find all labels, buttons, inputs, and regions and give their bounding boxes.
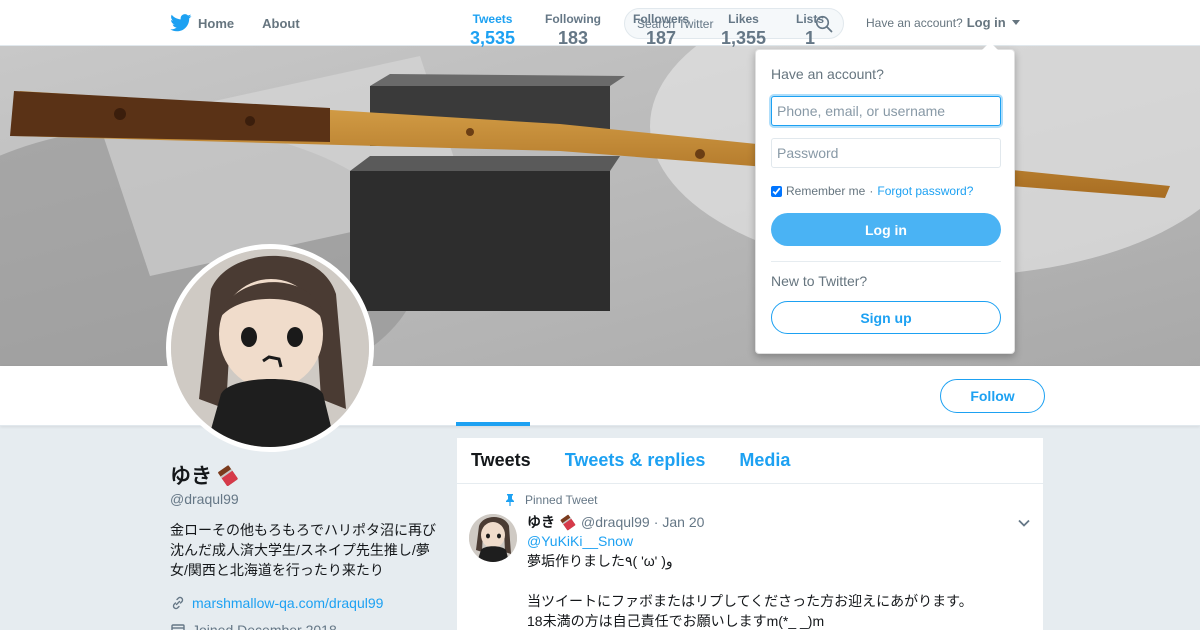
stat-value: 183: [557, 28, 589, 48]
signup-button[interactable]: Sign up: [771, 301, 1001, 334]
tweet-line: [527, 571, 1027, 591]
nav-about[interactable]: About: [262, 16, 300, 31]
stat-tweets[interactable]: Tweets 3,535: [470, 12, 515, 49]
tweet-mention[interactable]: @YuKiKi__Snow: [527, 531, 1027, 551]
remember-me-checkbox[interactable]: [771, 185, 782, 197]
login-dropdown: Have an account? Remember me · Forgot pa…: [755, 42, 1015, 354]
timeline: Tweets Tweets & replies Media Pinned Twe…: [456, 437, 1044, 630]
profile-joined-text: Joined December 2018: [192, 622, 337, 630]
stat-likes[interactable]: Likes 1,355: [721, 12, 766, 49]
profile-avatar[interactable]: [166, 244, 374, 452]
tweet-line: 18未満の方は自己責任でお願いしますm(*_ _)m: [527, 613, 825, 629]
caret-down-icon: [1011, 20, 1020, 25]
username-field[interactable]: [771, 96, 1001, 126]
pinned-tweet-context: Pinned Tweet: [505, 493, 598, 507]
login-button[interactable]: Log in: [771, 213, 1001, 246]
avatar-plush-image: [171, 249, 369, 447]
nav-left: Home About: [170, 0, 300, 46]
stat-value: 187: [645, 28, 677, 48]
stat-label: Likes: [728, 12, 759, 26]
profile-name-text: ゆき: [170, 465, 212, 488]
timeline-tabs: Tweets Tweets & replies Media: [457, 438, 1043, 484]
profile-website[interactable]: marshmallow-qa.com/draqul99: [170, 595, 383, 611]
chevron-down-icon[interactable]: [1017, 516, 1031, 530]
stat-label: Tweets: [472, 12, 513, 26]
stat-following[interactable]: Following 183: [545, 12, 601, 49]
tweet-line: 夢垢作りました٩( 'ω' )و: [527, 553, 673, 569]
tweet-avatar-image: [469, 514, 517, 562]
stat-label: Following: [545, 12, 601, 26]
stat-label: Followers: [633, 12, 690, 26]
login-dropdown-title: Have an account?: [771, 66, 884, 82]
new-to-twitter-text: New to Twitter?: [771, 273, 868, 289]
nav-home-label: Home: [198, 15, 235, 31]
link-icon: [172, 596, 184, 610]
remember-separator: ·: [869, 184, 874, 198]
password-field[interactable]: [771, 138, 1001, 168]
account-prompt: Have an account?: [866, 15, 963, 30]
tab-tweets[interactable]: Tweets: [471, 450, 531, 471]
stat-label: Lists: [796, 12, 825, 26]
stat-followers[interactable]: Followers 187: [633, 12, 689, 49]
profile-handle: @draqul99: [170, 491, 239, 507]
tweet-separator: ·: [653, 514, 659, 530]
tweet-line: 当ツイートにファボまたはリプしてくださった方お迎えにあがります。: [527, 593, 973, 609]
tweet-header: ゆき @draqul99 · Jan 20: [527, 512, 704, 532]
chocolate-emoji-icon: [560, 514, 576, 531]
remember-me-label[interactable]: Remember me: [786, 184, 865, 198]
pin-icon: [506, 494, 514, 506]
tweet-text: @YuKiKi__Snow 夢垢作りました٩( 'ω' )و 当ツイートにファボ…: [527, 531, 1027, 630]
dropdown-divider: [771, 261, 1001, 262]
profile-name: ゆき: [170, 460, 240, 490]
stat-value: 3,535: [470, 28, 516, 48]
nav-home[interactable]: Home: [170, 14, 234, 32]
profile-joined: Joined December 2018: [170, 622, 337, 630]
remember-me-row: Remember me · Forgot password?: [771, 184, 973, 198]
active-stat-underline: [456, 422, 530, 426]
twitter-bird-icon: [170, 14, 192, 32]
stat-value: 1,355: [721, 28, 767, 48]
tweet-author-handle[interactable]: @draqul99: [581, 514, 650, 530]
login-menu-link[interactable]: Log in: [967, 15, 1006, 30]
pinned-label: Pinned Tweet: [525, 493, 598, 507]
chocolate-emoji-icon: [218, 465, 238, 486]
profile-website-text[interactable]: marshmallow-qa.com/draqul99: [192, 595, 383, 611]
nav-about-label: About: [262, 15, 300, 31]
follow-button[interactable]: Follow: [940, 379, 1045, 413]
stat-value: 1: [805, 28, 816, 48]
forgot-password-link[interactable]: Forgot password?: [877, 184, 973, 198]
tweet-avatar[interactable]: [469, 514, 517, 562]
tab-media[interactable]: Media: [739, 450, 790, 471]
tweet-author-name[interactable]: ゆき: [527, 512, 555, 532]
profile-bio: 金ローその他もろもろでハリポタ沼に再び沈んだ成人済大学生/スネイプ先生推し/夢女…: [170, 522, 436, 578]
calendar-icon: [171, 624, 185, 630]
tweet-date[interactable]: Jan 20: [662, 514, 704, 530]
tab-tweets-replies[interactable]: Tweets & replies: [565, 450, 706, 471]
stat-lists[interactable]: Lists 1: [796, 12, 824, 49]
account-menu[interactable]: Have an account? Log in: [866, 15, 1020, 30]
